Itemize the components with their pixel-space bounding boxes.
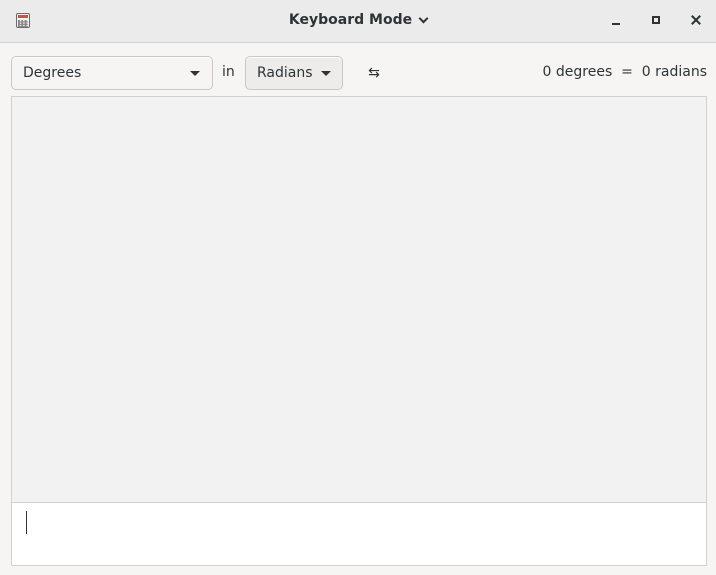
mode-menu-button[interactable]: Keyboard Mode [282,6,434,34]
close-icon [691,15,701,25]
calculator-window: Keyboard Mode Degrees in Radians ⇆ 0 deg… [0,0,716,575]
swap-arrows-icon: ⇆ [368,65,380,81]
to-unit-label: Radians [257,65,313,81]
calculator-icon [16,13,30,28]
close-button[interactable] [683,8,709,32]
window-title: Keyboard Mode [288,12,413,28]
text-cursor [26,511,27,534]
maximize-icon [652,16,660,24]
conversion-result: 0 degrees = 0 radians [542,64,707,80]
header-bar: Keyboard Mode [0,0,716,43]
in-label: in [222,64,235,80]
to-unit-dropdown[interactable]: Radians [245,56,343,90]
dropdown-arrow-icon [190,71,200,76]
history-view[interactable] [11,96,707,503]
from-unit-label: Degrees [23,65,82,81]
from-unit-dropdown[interactable]: Degrees [11,56,213,90]
minimize-icon [612,22,620,25]
chevron-down-icon [418,13,429,23]
minimize-button[interactable] [603,8,629,32]
maximize-button[interactable] [643,8,669,32]
dropdown-arrow-icon [321,71,331,76]
expression-input[interactable] [11,502,707,566]
swap-units-button[interactable]: ⇆ [360,60,388,86]
